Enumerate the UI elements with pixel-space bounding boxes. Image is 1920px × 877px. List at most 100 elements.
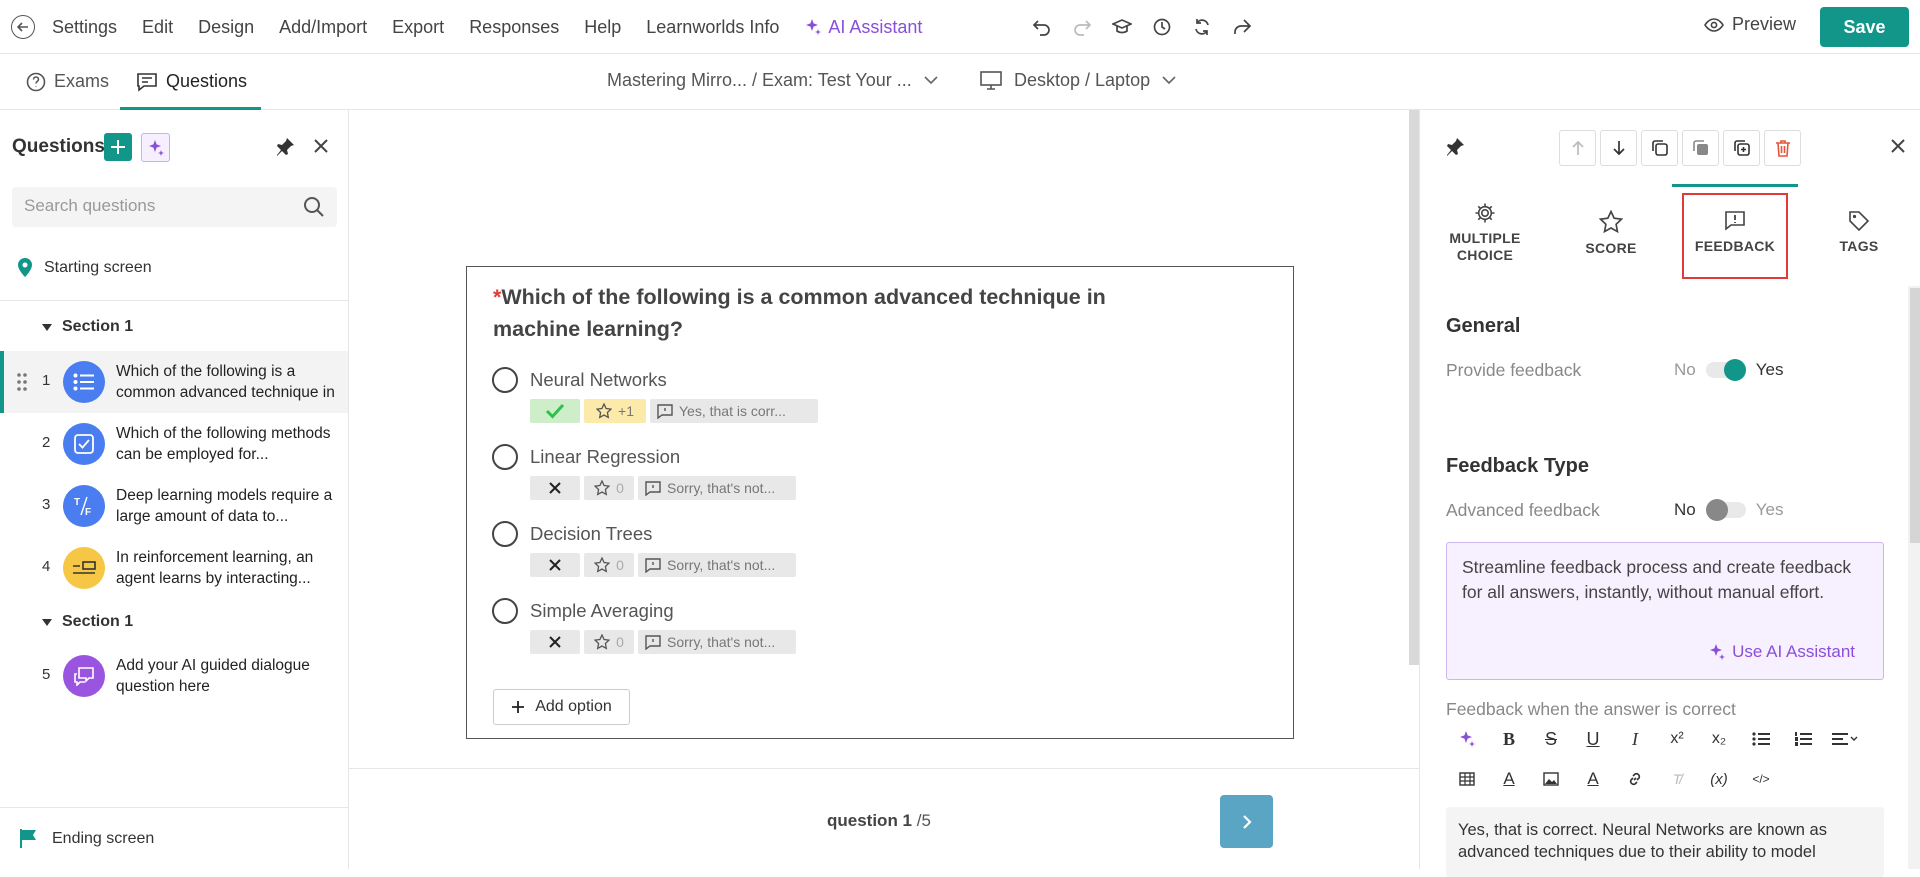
correct-toggle[interactable]	[530, 399, 580, 423]
arrow-up-icon[interactable]	[1559, 130, 1596, 166]
clock-icon[interactable]	[1150, 15, 1174, 39]
add-copy-icon[interactable]	[1723, 130, 1760, 166]
canvas-scrollbar[interactable]	[1409, 110, 1419, 665]
score-chip[interactable]: +1	[584, 399, 646, 423]
incorrect-toggle[interactable]	[530, 553, 580, 577]
question-list-item[interactable]: 1 Which of the following is a common adv…	[0, 351, 348, 413]
radio-button[interactable]	[492, 444, 518, 470]
question-list-item[interactable]: 2 Which of the following methods can be …	[0, 413, 348, 475]
trash-icon[interactable]	[1764, 130, 1801, 166]
add-question-button[interactable]	[104, 133, 132, 161]
question-list-item[interactable]: 5 Add your AI guided dialogue question h…	[0, 645, 348, 707]
provide-feedback-toggle[interactable]: No Yes	[1674, 359, 1783, 381]
menu-ai-assistant[interactable]: AI Assistant	[804, 17, 922, 38]
toggle-track[interactable]	[1705, 359, 1746, 381]
device-selector[interactable]: Desktop / Laptop	[980, 70, 1176, 91]
tab-score[interactable]: SCORE	[1556, 210, 1666, 256]
code-icon[interactable]: </>	[1740, 765, 1782, 793]
ai-sparkle-icon[interactable]	[1446, 725, 1488, 753]
radio-button[interactable]	[492, 598, 518, 624]
align-dropdown-icon[interactable]	[1824, 725, 1866, 753]
sync-icon[interactable]	[1190, 15, 1214, 39]
superscript-icon[interactable]: x²	[1656, 725, 1698, 753]
correct-feedback-editor[interactable]: Yes, that is correct. Neural Networks ar…	[1446, 807, 1884, 877]
incorrect-toggle[interactable]	[530, 630, 580, 654]
feedback-chip[interactable]: Yes, that is corr...	[650, 399, 818, 423]
tab-exams[interactable]: Exams	[26, 54, 109, 109]
option-label[interactable]: Decision Trees	[530, 523, 652, 545]
section-header[interactable]: Section 1	[42, 318, 133, 336]
back-arrow-icon[interactable]	[11, 15, 35, 39]
copy-icon[interactable]	[1641, 130, 1678, 166]
breadcrumb[interactable]: Mastering Mirro... / Exam: Test Your ...	[607, 70, 938, 91]
subscript-icon[interactable]: x₂	[1698, 725, 1740, 753]
checkbox-icon	[63, 423, 105, 465]
breadcrumb-label: Mastering Mirro... / Exam: Test Your ...	[607, 70, 912, 90]
feedback-chip[interactable]: Sorry, that's not...	[638, 630, 796, 654]
add-option-button[interactable]: Add option	[493, 689, 630, 725]
tab-tags[interactable]: TAGS	[1804, 210, 1914, 254]
radio-button[interactable]	[492, 521, 518, 547]
use-ai-assistant-button[interactable]: Use AI Assistant	[1708, 642, 1855, 662]
menu-edit[interactable]: Edit	[142, 17, 173, 38]
advanced-feedback-toggle[interactable]: No Yes	[1674, 499, 1783, 521]
redo-icon[interactable]	[1070, 15, 1094, 39]
tab-questions[interactable]: Questions	[119, 54, 262, 110]
tab-multiple-choice[interactable]: MULTIPLE CHOICE	[1430, 202, 1540, 264]
starting-screen-item[interactable]: Starting screen	[18, 258, 152, 277]
search-input[interactable]	[24, 196, 284, 216]
duplicate-icon[interactable]	[1682, 130, 1719, 166]
undo-icon[interactable]	[1030, 15, 1054, 39]
numbered-list-icon[interactable]	[1782, 725, 1824, 753]
score-chip[interactable]: 0	[584, 553, 634, 577]
save-button[interactable]: Save	[1820, 7, 1909, 47]
radio-button[interactable]	[492, 367, 518, 393]
next-question-button[interactable]	[1220, 795, 1273, 848]
menu-responses[interactable]: Responses	[469, 17, 559, 38]
link-icon[interactable]	[1614, 765, 1656, 793]
close-icon[interactable]	[1890, 138, 1906, 154]
drag-handle-icon[interactable]	[16, 372, 28, 392]
score-chip[interactable]: 0	[584, 476, 634, 500]
score-chip[interactable]: 0	[584, 630, 634, 654]
table-icon[interactable]	[1446, 765, 1488, 793]
bold-icon[interactable]: B	[1488, 725, 1530, 753]
close-icon[interactable]	[313, 138, 329, 154]
menu-design[interactable]: Design	[198, 17, 254, 38]
incorrect-toggle[interactable]	[530, 476, 580, 500]
ai-generate-button[interactable]	[141, 133, 170, 162]
image-icon[interactable]	[1530, 765, 1572, 793]
question-list-item[interactable]: 3 TF Deep learning models require a larg…	[0, 475, 348, 537]
section-header[interactable]: Section 1	[42, 613, 133, 631]
formula-icon[interactable]: (x)	[1698, 765, 1740, 793]
preview-button[interactable]: Preview	[1704, 14, 1796, 35]
menu-learnworlds-info[interactable]: Learnworlds Info	[646, 17, 779, 38]
underline-icon[interactable]: U	[1572, 725, 1614, 753]
share-icon[interactable]	[1230, 15, 1254, 39]
pin-icon[interactable]	[275, 137, 295, 157]
question-list-item[interactable]: 4 In reinforcement learning, an agent le…	[0, 537, 348, 599]
arrow-down-icon[interactable]	[1600, 130, 1637, 166]
menu-export[interactable]: Export	[392, 17, 444, 38]
bullet-list-icon[interactable]	[1740, 725, 1782, 753]
pin-icon[interactable]	[1445, 137, 1465, 157]
toggle-track[interactable]	[1705, 499, 1746, 521]
menu-help[interactable]: Help	[584, 17, 621, 38]
menu-settings[interactable]: Settings	[52, 17, 117, 38]
graduation-cap-icon[interactable]	[1110, 15, 1134, 39]
question-title[interactable]: *Which of the following is a common adva…	[493, 281, 1193, 345]
text-color-icon[interactable]: A	[1488, 765, 1530, 793]
settings-scrollbar-thumb[interactable]	[1910, 288, 1920, 543]
feedback-chip[interactable]: Sorry, that's not...	[638, 553, 796, 577]
menu-add-import[interactable]: Add/Import	[279, 17, 367, 38]
strikethrough-icon[interactable]: S	[1530, 725, 1572, 753]
search-icon[interactable]	[303, 196, 325, 218]
feedback-chip[interactable]: Sorry, that's not...	[638, 476, 796, 500]
option-label[interactable]: Neural Networks	[530, 369, 667, 391]
option-label[interactable]: Simple Averaging	[530, 600, 674, 622]
clear-format-icon[interactable]: T̸	[1656, 765, 1698, 793]
ending-screen-item[interactable]: Ending screen	[0, 807, 349, 869]
italic-icon[interactable]: I	[1614, 725, 1656, 753]
option-label[interactable]: Linear Regression	[530, 446, 680, 468]
highlight-color-icon[interactable]: A	[1572, 765, 1614, 793]
